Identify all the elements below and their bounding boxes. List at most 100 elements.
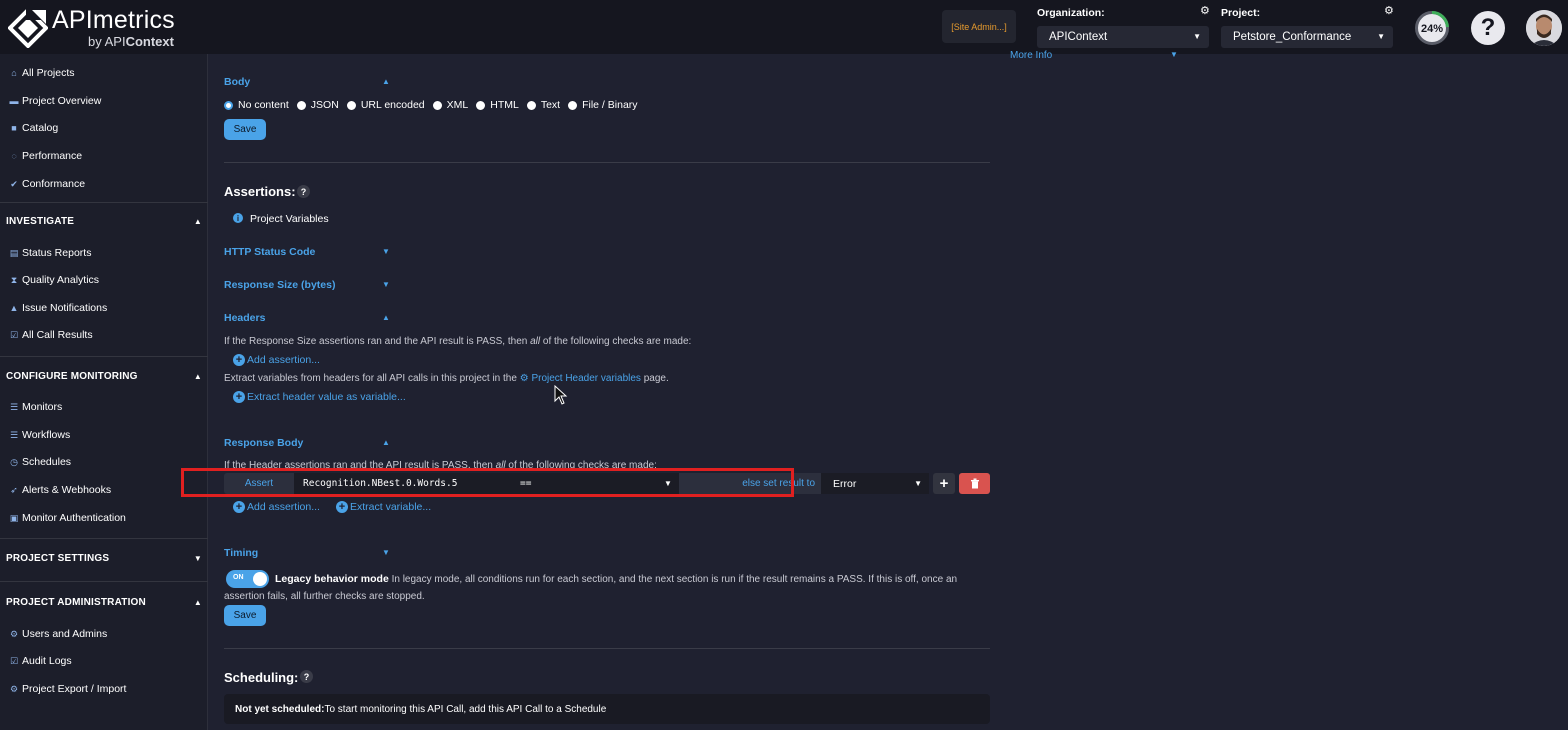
chevron-up-icon: ▲: [193, 217, 202, 226]
bell-icon: ▲: [9, 303, 19, 313]
organization-label: Organization:: [1037, 7, 1105, 19]
response-body-add-assertion-button[interactable]: + Add assertion...: [233, 501, 320, 513]
body-section-title[interactable]: Body: [224, 76, 250, 88]
sidebar-item-schedules[interactable]: ◷ Schedules: [9, 456, 71, 468]
sidebar-item-conformance[interactable]: ✔ Conformance: [9, 178, 85, 190]
assertions-title: Assertions:: [224, 184, 296, 199]
timing-save-button[interactable]: Save: [224, 605, 266, 626]
avatar[interactable]: [1526, 10, 1562, 46]
radio-url-encoded[interactable]: URL encoded: [346, 99, 425, 111]
more-info-link[interactable]: More Info: [1010, 50, 1052, 61]
chevron-down-icon[interactable]: ▼: [382, 247, 390, 256]
gear-icon: ⚙: [519, 373, 532, 384]
sidebar-item-alerts-webhooks[interactable]: ➶ Alerts & Webhooks: [9, 484, 111, 496]
radio-xml[interactable]: XML: [432, 99, 468, 111]
radio-icon: [296, 100, 306, 110]
sidebar-section-configure-monitoring[interactable]: CONFIGURE MONITORING ▲: [6, 371, 204, 382]
plus-circle-icon: +: [336, 501, 348, 513]
section-divider: [224, 162, 990, 163]
radio-text[interactable]: Text: [526, 99, 560, 111]
gauge-icon: ◌: [11, 151, 17, 161]
chevron-down-icon[interactable]: ▼: [664, 479, 672, 488]
sidebar-item-issue-notifications[interactable]: ▲ Issue Notifications: [9, 302, 108, 314]
sidebar-item-performance[interactable]: ◌ Performance: [9, 150, 82, 162]
home-icon: ⌂: [11, 68, 17, 78]
check-icon: ✔: [10, 178, 18, 189]
body-save-button[interactable]: Save: [224, 119, 266, 140]
add-condition-icon[interactable]: +: [933, 473, 955, 494]
project-variables-label[interactable]: Project Variables: [250, 213, 329, 225]
assertions-help-icon[interactable]: ?: [297, 185, 310, 198]
sidebar-item-audit-logs[interactable]: ☑ Audit Logs: [9, 655, 72, 667]
plus-circle-icon: +: [233, 391, 245, 403]
trash-icon[interactable]: [959, 473, 990, 494]
radio-icon: [568, 100, 578, 110]
book-icon: ■: [11, 123, 17, 133]
plus-circle-icon: +: [233, 501, 245, 513]
gear-icon: ⚙: [9, 628, 19, 639]
radio-file-binary[interactable]: File / Binary: [568, 99, 638, 111]
sidebar-item-status-reports[interactable]: ▤ Status Reports: [9, 247, 92, 259]
response-size-section[interactable]: Response Size (bytes): [224, 279, 335, 291]
sidebar-item-all-projects[interactable]: ⌂ All Projects: [9, 67, 74, 79]
organization-select[interactable]: APIContext ▼: [1037, 26, 1209, 48]
assert-operator-select[interactable]: ==: [520, 478, 531, 489]
sidebar-item-monitor-authentication[interactable]: ▣ Monitor Authentication: [9, 512, 126, 524]
scheduling-help-icon[interactable]: ?: [300, 670, 313, 683]
sidebar-section-project-administration[interactable]: PROJECT ADMINISTRATION ▲: [6, 597, 204, 608]
radio-icon: [346, 100, 356, 110]
sidebar-item-workflows[interactable]: ☰ Workflows: [9, 429, 70, 441]
sidebar-item-project-overview[interactable]: ▬ Project Overview: [9, 95, 102, 107]
legacy-mode-toggle[interactable]: ON: [226, 570, 269, 588]
radio-icon: [476, 100, 486, 110]
radio-json[interactable]: JSON: [296, 99, 339, 111]
sidebar-item-monitors[interactable]: ☰ Monitors: [9, 401, 62, 413]
http-status-code-section[interactable]: HTTP Status Code: [224, 246, 315, 258]
assert-path-input[interactable]: Recognition.NBest.0.Words.5: [294, 473, 679, 494]
checkbox-icon: ☑: [9, 329, 19, 340]
headers-add-assertion-button[interactable]: + Add assertion...: [233, 354, 320, 366]
radio-html[interactable]: HTML: [476, 99, 519, 111]
sidebar-item-catalog[interactable]: ■ Catalog: [9, 122, 58, 134]
sidebar-item-all-call-results[interactable]: ☑ All Call Results: [9, 329, 93, 341]
chevron-up-icon[interactable]: ▲: [382, 313, 390, 322]
radio-icon: [526, 100, 536, 110]
legacy-mode-description: Legacy behavior mode In legacy mode, all…: [275, 573, 958, 585]
assert-button[interactable]: Assert: [224, 473, 294, 494]
response-body-section[interactable]: Response Body: [224, 437, 303, 449]
scheduling-status: Not yet scheduled: To start monitoring t…: [224, 694, 990, 724]
project-select[interactable]: Petstore_Conformance ▼: [1221, 26, 1393, 48]
chevron-up-icon[interactable]: ▲: [382, 438, 390, 447]
chevron-up-icon: ▲: [193, 598, 202, 607]
site-admin-button[interactable]: [Site Admin...]: [942, 10, 1016, 43]
headers-section[interactable]: Headers: [224, 312, 265, 324]
folder-icon: ▬: [9, 96, 19, 106]
chevron-down-icon[interactable]: ▼: [382, 548, 390, 557]
apimetrics-logo-icon[interactable]: [8, 8, 48, 48]
extract-variable-button[interactable]: + Extract variable...: [336, 501, 431, 513]
chevron-down-icon: ▼: [193, 554, 202, 563]
chevron-down-icon: ▼: [1193, 32, 1201, 41]
radio-no-content[interactable]: No content: [224, 99, 289, 111]
timing-section[interactable]: Timing: [224, 547, 258, 559]
progress-ring[interactable]: 24%: [1414, 10, 1450, 46]
sidebar-section-investigate[interactable]: INVESTIGATE ▲: [6, 216, 204, 227]
project-header-variables-link[interactable]: Project Header variables: [531, 373, 641, 384]
sidebar-item-quality-analytics[interactable]: ⧗ Quality Analytics: [9, 274, 99, 286]
result-select[interactable]: Error ▼: [821, 473, 929, 494]
organization-gear-icon[interactable]: ⚙: [1200, 4, 1210, 17]
plus-circle-icon: +: [233, 354, 245, 366]
chevron-up-icon[interactable]: ▲: [382, 77, 390, 86]
sidebar-section-project-settings[interactable]: PROJECT SETTINGS ▼: [6, 553, 204, 564]
help-icon[interactable]: ?: [1471, 11, 1505, 45]
gear-icon: ⚙: [9, 683, 19, 694]
sidebar-divider: [0, 202, 208, 203]
clock-icon: ◷: [10, 456, 18, 467]
project-gear-icon[interactable]: ⚙: [1384, 4, 1394, 17]
sidebar-item-users-and-admins[interactable]: ⚙ Users and Admins: [9, 628, 107, 640]
sidebar-item-project-export-import[interactable]: ⚙ Project Export / Import: [9, 683, 127, 695]
else-set-result-label[interactable]: else set result to: [679, 473, 821, 494]
extract-header-value-button[interactable]: + Extract header value as variable...: [233, 391, 406, 403]
chevron-down-icon[interactable]: ▼: [382, 280, 390, 289]
rocket-icon: ➶: [10, 484, 18, 495]
